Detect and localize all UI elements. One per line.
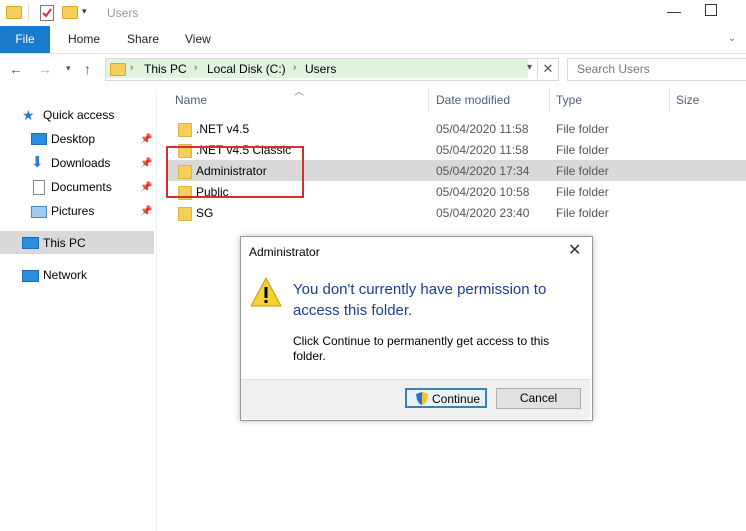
pin-icon: 📌 <box>140 182 153 193</box>
cancel-button[interactable]: Cancel <box>496 388 581 409</box>
document-icon <box>33 180 45 195</box>
computer-icon <box>22 237 39 249</box>
maximize-button[interactable] <box>705 4 717 16</box>
tab-file[interactable]: File <box>0 26 50 53</box>
sidebar-item-this-pc[interactable]: This PC <box>43 236 86 250</box>
breadcrumb-this-pc[interactable]: This PC <box>144 62 187 76</box>
dialog-message: Click Continue to permanently get access… <box>293 334 550 363</box>
dialog-title: Administrator <box>249 245 320 259</box>
column-date-modified[interactable]: Date modified <box>436 93 510 107</box>
tab-view[interactable]: View <box>185 26 211 53</box>
column-name[interactable]: Name <box>175 93 207 107</box>
sidebar-item-pictures[interactable]: Pictures <box>51 204 94 218</box>
pictures-icon <box>31 206 47 218</box>
file-date: 05/04/2020 23:40 <box>436 206 530 220</box>
ribbon <box>0 26 746 54</box>
close-icon[interactable]: ✕ <box>537 58 558 79</box>
up-arrow-icon[interactable]: ↑ <box>84 61 91 77</box>
file-date: 05/04/2020 11:58 <box>436 143 529 157</box>
file-type: File folder <box>556 143 609 157</box>
pin-icon: 📌 <box>140 134 153 145</box>
file-date: 05/04/2020 10:58 <box>436 185 530 199</box>
recent-locations-icon[interactable]: ▾ <box>66 63 71 74</box>
folder-icon <box>6 6 22 19</box>
continue-label: Continue <box>432 392 481 406</box>
breadcrumb-local-disk[interactable]: Local Disk (C:) <box>207 62 286 76</box>
breadcrumb-users[interactable]: Users <box>305 62 336 76</box>
file-name: .NET v4.5 <box>196 122 250 136</box>
folder-icon <box>110 63 126 76</box>
tab-home[interactable]: Home <box>68 26 100 53</box>
ribbon-expand-icon[interactable]: ⌄ <box>728 33 736 44</box>
pin-icon: 📌 <box>140 158 153 169</box>
network-icon <box>22 270 39 282</box>
sidebar-item-downloads[interactable]: Downloads <box>51 156 110 170</box>
tab-share[interactable]: Share <box>127 26 159 53</box>
address-dropdown-icon[interactable]: ▾ <box>527 62 532 73</box>
column-size[interactable]: Size <box>676 93 699 107</box>
download-icon: ⬇ <box>31 154 44 171</box>
search-placeholder: Search Users <box>577 62 650 76</box>
sort-ascending-icon: ︿ <box>294 87 304 98</box>
file-type: File folder <box>556 206 609 220</box>
chevron-right-icon[interactable]: › <box>293 62 296 73</box>
column-divider[interactable] <box>669 88 670 112</box>
warning-icon <box>250 276 282 310</box>
folder-icon <box>178 123 192 137</box>
column-divider[interactable] <box>549 88 550 112</box>
file-date: 05/04/2020 17:34 <box>436 164 530 178</box>
window-title: Users <box>107 6 139 20</box>
file-date: 05/04/2020 11:58 <box>436 122 529 136</box>
pin-icon: 📌 <box>140 206 153 217</box>
file-type: File folder <box>556 185 609 199</box>
back-arrow-icon[interactable]: ← <box>9 61 23 77</box>
close-icon[interactable]: ✕ <box>568 240 581 260</box>
file-name: SG <box>196 206 214 220</box>
continue-button[interactable]: Continue <box>405 388 487 408</box>
file-type: File folder <box>556 164 609 178</box>
new-folder-icon[interactable] <box>62 6 78 19</box>
sidebar-item-quick-access[interactable]: Quick access <box>43 108 114 122</box>
forward-arrow-icon[interactable]: → <box>38 61 52 77</box>
star-icon: ★ <box>22 107 35 123</box>
highlight-box <box>166 146 304 198</box>
chevron-right-icon[interactable]: › <box>130 62 133 73</box>
column-type[interactable]: Type <box>556 93 582 107</box>
sidebar-item-network[interactable]: Network <box>43 268 87 282</box>
minimize-button[interactable]: — <box>664 0 684 24</box>
sidebar-item-documents[interactable]: Documents <box>51 180 112 194</box>
divider <box>28 4 29 20</box>
properties-icon[interactable] <box>40 5 54 21</box>
folder-icon <box>178 207 192 221</box>
quick-toolbar-dropdown-icon[interactable]: ▾ <box>82 6 87 17</box>
sidebar-item-desktop[interactable]: Desktop <box>51 132 95 146</box>
desktop-icon <box>31 133 47 145</box>
chevron-right-icon[interactable]: › <box>194 62 197 73</box>
file-type: File folder <box>556 122 609 136</box>
column-divider[interactable] <box>428 88 429 112</box>
dialog-heading: You don't currently have permission to a… <box>293 281 547 319</box>
shield-icon <box>416 392 428 405</box>
